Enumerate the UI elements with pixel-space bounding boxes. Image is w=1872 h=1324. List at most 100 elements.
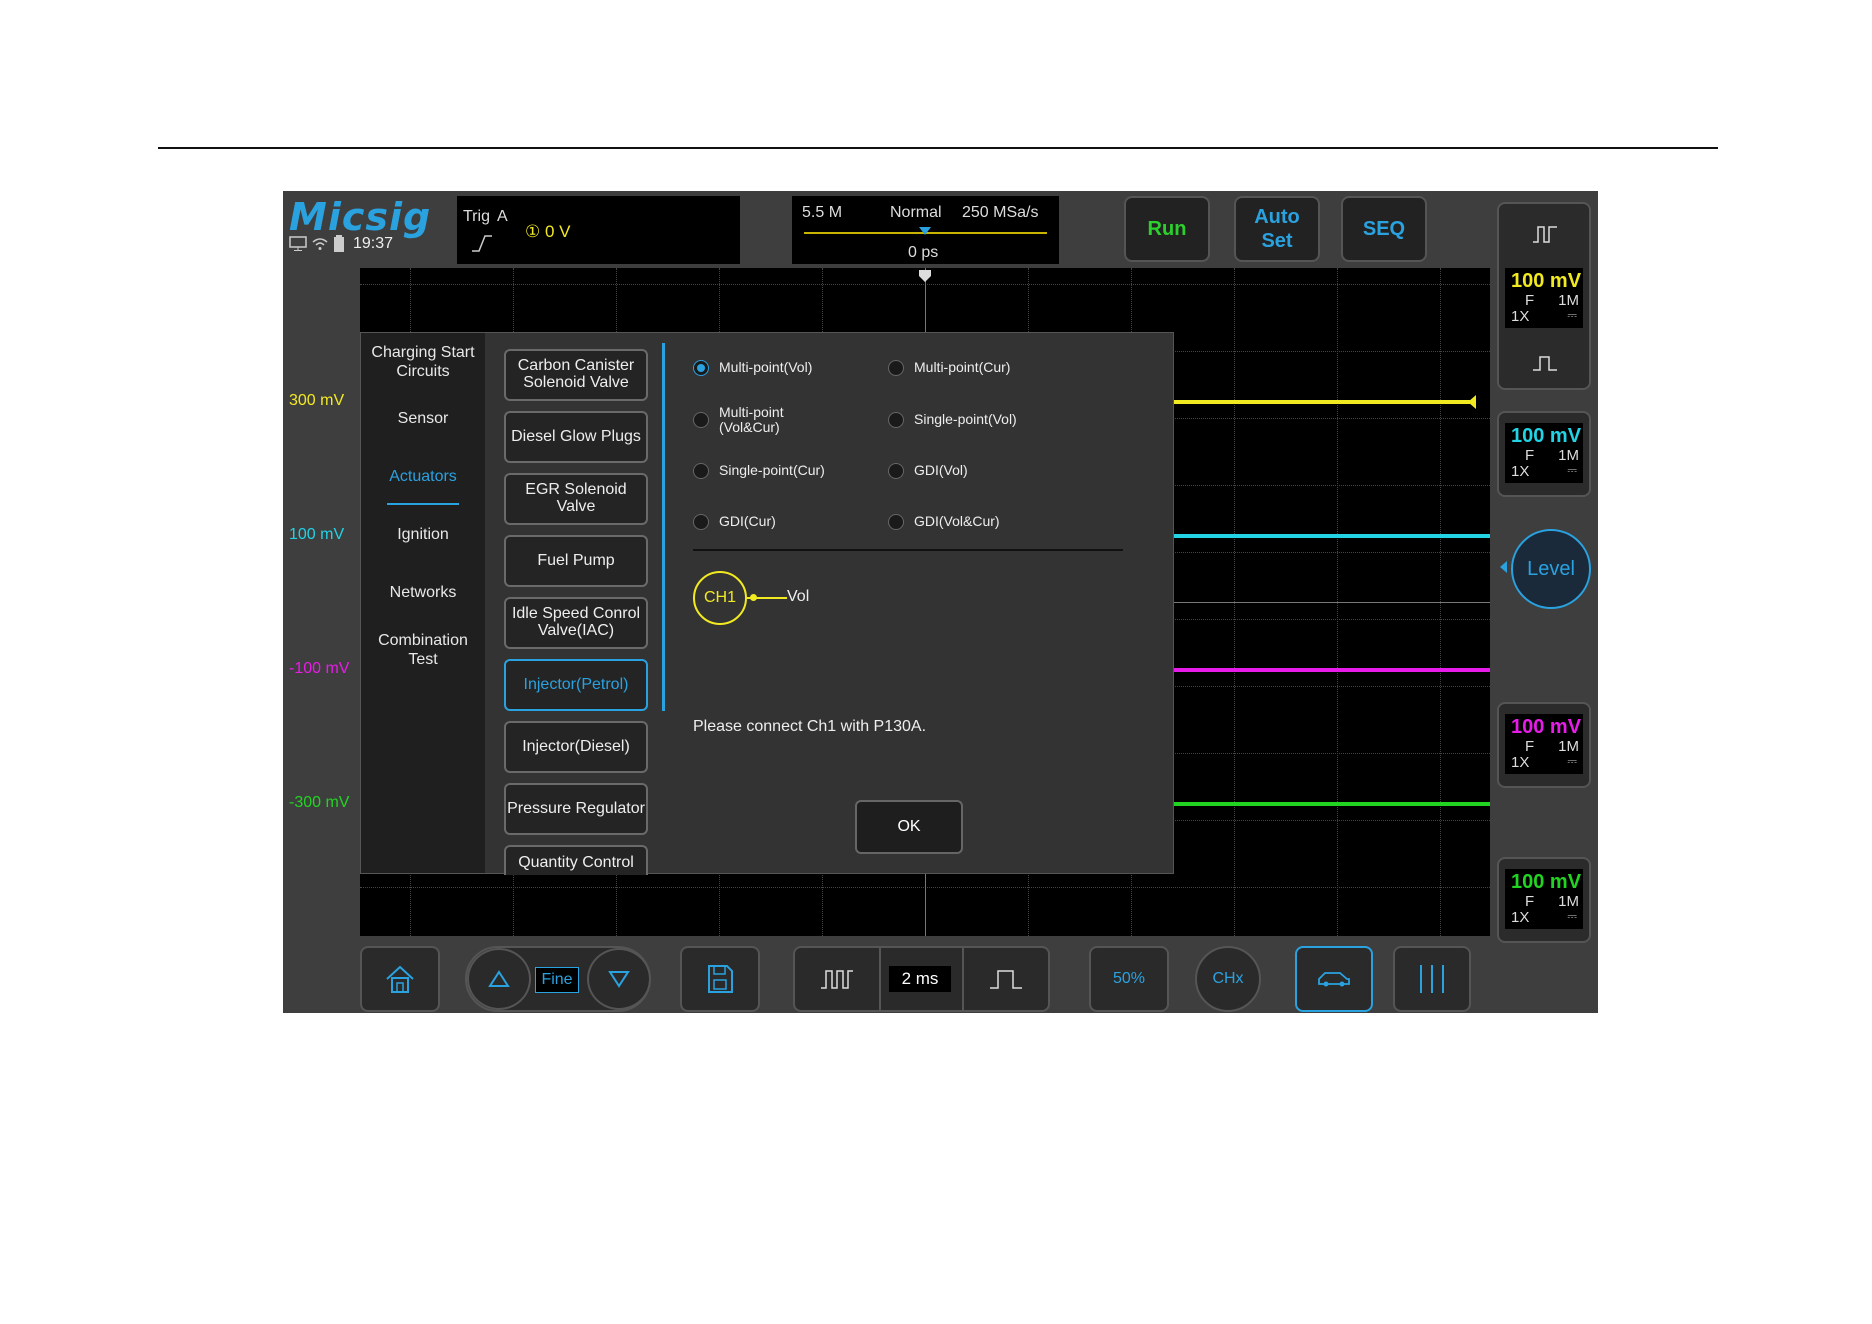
- save-icon: [708, 965, 733, 993]
- ch4-impedance: 1M: [1558, 893, 1579, 910]
- auto-test-button[interactable]: [1295, 946, 1373, 1012]
- trigger-level-marker-icon: [1468, 395, 1476, 409]
- option-gdi-cur[interactable]: GDI(Cur): [693, 513, 776, 530]
- ch3-coupling: F: [1525, 738, 1535, 755]
- run-button[interactable]: Run: [1124, 196, 1210, 262]
- ch3-scale: 100 mV: [1511, 716, 1582, 738]
- option-label: Multi-point(Cur): [914, 359, 1011, 376]
- connection-instruction: Please connect Ch1 with P130A.: [693, 718, 927, 735]
- oscilloscope-screen: Micsig 19:37 Trig A ① 0 V 5.5 M Normal 2…: [283, 191, 1598, 1013]
- trigger-panel[interactable]: Trig A ① 0 V: [457, 196, 740, 264]
- cursor-button[interactable]: [1393, 946, 1471, 1012]
- option-single-point-vol[interactable]: Single-point(Vol): [888, 411, 1017, 428]
- ch4-settings[interactable]: 100 mV F 1M 1X ⎓: [1505, 869, 1583, 929]
- page-rule: [158, 147, 1718, 149]
- timebase-slower-button[interactable]: [964, 948, 1048, 1010]
- option-single-point-cur[interactable]: Single-point(Cur): [693, 462, 825, 479]
- ch1-panel[interactable]: 100 mV F 1M 1X ⎓: [1497, 202, 1591, 390]
- component-fuel-pump[interactable]: Fuel Pump: [504, 535, 648, 587]
- option-gdi-vol[interactable]: GDI(Vol): [888, 462, 968, 479]
- timebase-faster-button[interactable]: [795, 948, 879, 1010]
- dc-coupling-icon: ⎓: [1567, 909, 1577, 923]
- scale-down-button[interactable]: [587, 948, 651, 1010]
- option-multi-point-vol-cur[interactable]: Multi-point (Vol&Cur): [693, 404, 813, 436]
- cursor-lines-icon: [1420, 965, 1444, 993]
- ch1-settings[interactable]: 100 mV F 1M 1X ⎓: [1505, 268, 1583, 328]
- level-arrow-icon: [1500, 561, 1507, 573]
- component-carbon-canister[interactable]: Carbon Canister Solenoid Valve: [504, 349, 648, 401]
- component-injector-petrol[interactable]: Injector(Petrol): [504, 659, 648, 711]
- dc-coupling-icon: ⎓: [1567, 463, 1577, 477]
- ch2-coupling: F: [1525, 447, 1535, 464]
- home-button[interactable]: [360, 946, 440, 1012]
- ch3-offset-label: -100 mV: [289, 660, 350, 677]
- ch2-offset-label: 100 mV: [289, 526, 345, 543]
- category-sensor[interactable]: Sensor: [361, 409, 485, 428]
- radio-icon: [693, 463, 709, 479]
- connection-dot: [750, 594, 757, 601]
- option-label: GDI(Cur): [719, 513, 776, 530]
- level-button[interactable]: Level: [1511, 529, 1591, 609]
- save-button[interactable]: [680, 946, 760, 1012]
- car-icon: [1318, 972, 1350, 987]
- category-ignition[interactable]: Ignition: [361, 525, 485, 544]
- ok-button[interactable]: OK: [855, 800, 963, 854]
- single-pulse-icon: [990, 970, 1022, 989]
- ch1-scale: 100 mV: [1511, 270, 1582, 292]
- ch3-settings[interactable]: 100 mV F 1M 1X ⎓: [1505, 714, 1583, 774]
- timebase-group: 2 ms: [793, 946, 1050, 1012]
- scale-up-button[interactable]: [467, 948, 531, 1010]
- ch2-impedance: 1M: [1558, 447, 1579, 464]
- selected-category-underline: [387, 503, 459, 505]
- ch2-scale: 100 mV: [1511, 425, 1582, 447]
- battery-icon: [334, 235, 344, 252]
- trigger-position-marker-icon: [919, 270, 931, 282]
- component-diesel-glow-plugs[interactable]: Diesel Glow Plugs: [504, 411, 648, 463]
- radio-icon: [888, 360, 904, 376]
- ch1-offset-label: 300 mV: [289, 392, 345, 409]
- component-quantity-control[interactable]: Quantity Control: [504, 845, 648, 875]
- triangle-up-icon: [488, 970, 510, 987]
- auto-test-dialog: Charging Start Circuits Sensor Actuators…: [360, 332, 1174, 875]
- component-idle-speed-control-valve[interactable]: Idle Speed Conrol Valve(IAC): [504, 597, 648, 649]
- category-actuators[interactable]: Actuators: [361, 467, 485, 486]
- option-multi-point-cur[interactable]: Multi-point(Cur): [888, 359, 1011, 376]
- ch4-offset-label: -300 mV: [289, 794, 350, 811]
- ch2-settings[interactable]: 100 mV F 1M 1X ⎓: [1505, 423, 1583, 483]
- triangle-down-icon: [608, 971, 630, 988]
- fine-toggle[interactable]: Fine: [535, 967, 579, 993]
- wifi-icon: [312, 238, 328, 250]
- pulse-icon: [1533, 226, 1557, 243]
- component-egr-solenoid-valve[interactable]: EGR Solenoid Valve: [504, 473, 648, 525]
- category-combination-test[interactable]: Combination Test: [361, 631, 485, 669]
- radio-icon: [888, 412, 904, 428]
- micsig-logo: Micsig: [289, 195, 432, 239]
- option-multi-point-vol[interactable]: Multi-point(Vol): [693, 359, 813, 376]
- trigger-mode: A: [497, 208, 508, 225]
- trigger-level: ① 0 V: [525, 222, 571, 241]
- autoset-button[interactable]: Auto Set: [1234, 196, 1320, 262]
- option-gdi-vol-cur[interactable]: GDI(Vol&Cur): [888, 513, 1000, 530]
- seq-button[interactable]: SEQ: [1341, 196, 1427, 262]
- dc-coupling-icon: ⎓: [1567, 754, 1577, 768]
- category-charging-start-circuits[interactable]: Charging Start Circuits: [361, 343, 485, 381]
- category-networks[interactable]: Networks: [361, 583, 485, 602]
- timebase-value: 2 ms: [889, 966, 951, 992]
- dc-coupling-icon: ⎓: [1567, 308, 1577, 322]
- acquire-mode: Normal: [890, 204, 942, 221]
- fifty-percent-button[interactable]: 50%: [1089, 946, 1169, 1012]
- ch3-probe: 1X: [1511, 754, 1530, 771]
- timebase-panel[interactable]: 5.5 M Normal 250 MSa/s 0 ps: [792, 196, 1059, 264]
- option-label: Single-point(Cur): [719, 462, 825, 479]
- option-label: Multi-point(Vol): [719, 359, 813, 376]
- list-scroll-indicator: [662, 343, 665, 711]
- monitor-icon: [289, 236, 307, 251]
- ch1-probe: 1X: [1511, 308, 1530, 325]
- ch4-panel[interactable]: 100 mV F 1M 1X ⎓: [1497, 857, 1591, 943]
- component-injector-diesel[interactable]: Injector(Diesel): [504, 721, 648, 773]
- ch2-panel[interactable]: 100 mV F 1M 1X ⎓: [1497, 411, 1591, 497]
- ch3-panel[interactable]: 100 mV F 1M 1X ⎓: [1497, 702, 1591, 788]
- chx-button[interactable]: CHx: [1195, 946, 1261, 1012]
- component-pressure-regulator[interactable]: Pressure Regulator: [504, 783, 648, 835]
- ch4-scale: 100 mV: [1511, 871, 1582, 893]
